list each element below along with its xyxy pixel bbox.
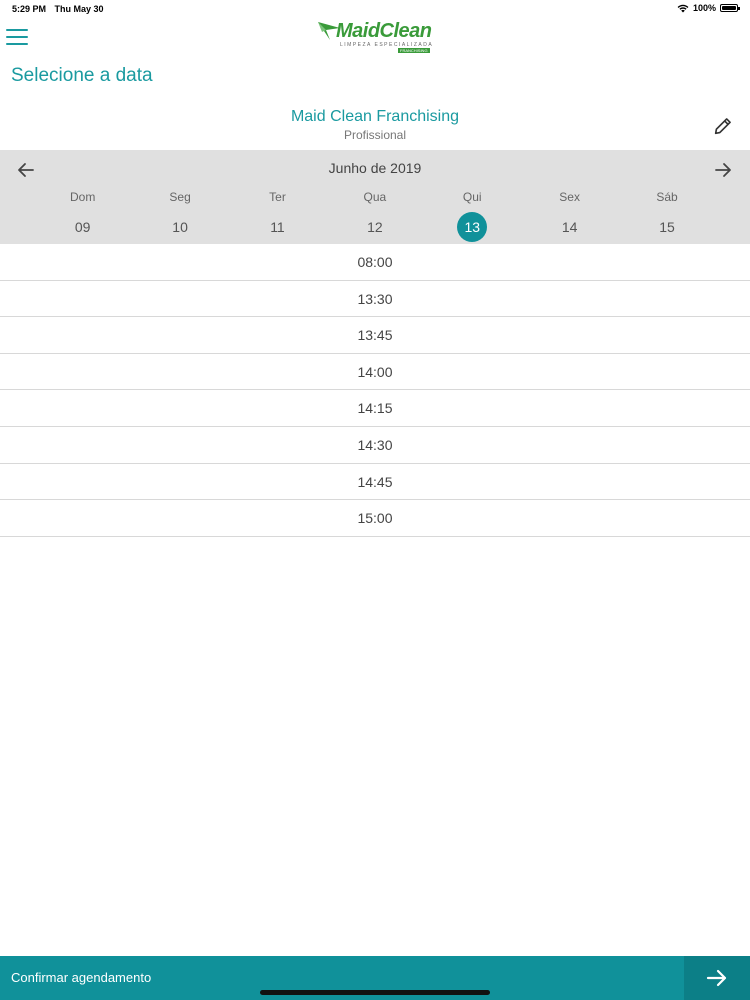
day-name: Qua <box>363 190 387 204</box>
day-name: Sáb <box>656 190 678 204</box>
battery-percent: 100% <box>692 3 716 13</box>
time-slot-list: 08:00 13:30 13:45 14:00 14:15 14:30 14:4… <box>0 244 750 537</box>
day-date: 10 <box>172 219 188 235</box>
day-name: Seg <box>169 190 191 204</box>
day-monday[interactable]: Seg 10 <box>131 190 228 242</box>
day-sunday[interactable]: Dom 09 <box>34 190 131 242</box>
status-time: 5:29 PM <box>12 4 47 14</box>
wifi-icon <box>677 4 689 12</box>
day-name: Qui <box>462 190 482 204</box>
day-date: 09 <box>74 219 91 235</box>
app-bar: MaidClean LIMPEZA ESPECIALIZADA FRANCHIS… <box>0 18 750 60</box>
day-wednesday[interactable]: Qua 12 <box>326 190 423 242</box>
next-button[interactable] <box>684 956 750 1000</box>
arrow-right-icon[interactable] <box>713 160 733 180</box>
day-date: 14 <box>561 219 578 235</box>
day-tuesday[interactable]: Ter 11 <box>229 190 326 242</box>
menu-icon[interactable] <box>6 29 28 47</box>
time-slot[interactable]: 14:45 <box>0 464 750 501</box>
day-name: Dom <box>70 190 96 204</box>
status-bar: 5:29 PM Thu May 30 100% <box>0 0 750 18</box>
confirm-appointment-button[interactable]: Confirmar agendamento <box>11 970 151 985</box>
time-slot[interactable]: 13:45 <box>0 317 750 354</box>
calendar-month: Junho de 2019 <box>328 160 422 176</box>
logo-brand: MaidClean <box>336 20 432 42</box>
arrow-right-icon <box>706 969 727 987</box>
calendar-days: Dom 09 Seg 10 Ter 11 Qua 12 Qui 13 Sex 1… <box>34 190 716 242</box>
time-slot[interactable]: 14:15 <box>0 390 750 427</box>
edit-icon[interactable] <box>712 115 734 137</box>
time-slot[interactable]: 08:00 <box>0 244 750 281</box>
page-title: Selecione a data <box>11 65 153 86</box>
time-slot[interactable]: 15:00 <box>0 500 750 537</box>
home-indicator <box>260 990 490 995</box>
time-slot[interactable]: 14:00 <box>0 354 750 391</box>
day-name: Sex <box>559 190 580 204</box>
day-name: Ter <box>269 190 286 204</box>
day-date: 13 <box>457 212 488 242</box>
week-calendar: Junho de 2019 Dom 09 Seg 10 Ter 11 Qua 1… <box>0 150 750 244</box>
day-friday[interactable]: Sex 14 <box>521 190 618 242</box>
day-saturday[interactable]: Sáb 15 <box>618 190 715 242</box>
day-date: 11 <box>270 219 285 235</box>
logo-franchising-tag: FRANCHISING <box>398 48 430 53</box>
professional-name: Maid Clean Franchising <box>290 108 460 125</box>
day-date: 15 <box>659 219 675 235</box>
app-logo: MaidClean LIMPEZA ESPECIALIZADA FRANCHIS… <box>314 18 438 58</box>
day-date: 12 <box>367 219 383 235</box>
status-date: Thu May 30 <box>54 4 104 14</box>
day-thursday-selected[interactable]: Qui 13 <box>424 190 521 242</box>
time-slot[interactable]: 13:30 <box>0 281 750 318</box>
professional-role: Profissional <box>343 128 407 142</box>
battery-icon <box>720 4 740 12</box>
time-slot[interactable]: 14:30 <box>0 427 750 464</box>
